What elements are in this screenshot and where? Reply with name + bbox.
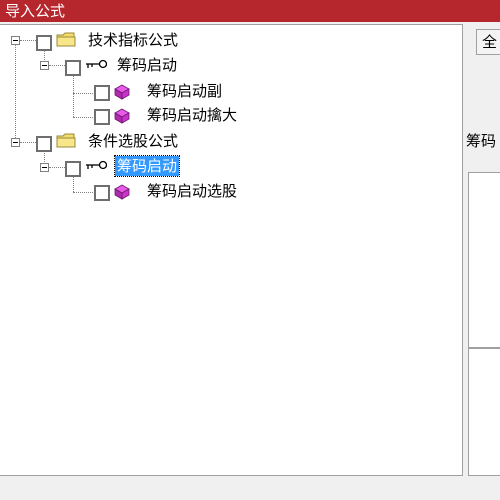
tree-node-label[interactable]: 筹码启动副 — [145, 81, 224, 101]
tree-connector — [49, 167, 65, 168]
expander-technical-formulas[interactable] — [11, 36, 20, 45]
cube-icon — [114, 184, 130, 200]
checkbox-technical-formulas[interactable] — [36, 35, 52, 51]
tree-node-label[interactable]: 技术指标公式 — [86, 30, 180, 50]
tree-connector — [20, 40, 36, 41]
key-icon — [86, 160, 107, 170]
formula-tree[interactable]: 技术指标公式 筹码启动 筹码启动副 筹码启动擒大 条件选股公式 筹码启动 筹码启… — [0, 24, 463, 476]
tree-node-label-selected[interactable]: 筹码启动 — [113, 155, 181, 177]
expander-stock-selection-formulas[interactable] — [11, 138, 20, 147]
checkbox-chip-start-sub[interactable] — [94, 85, 110, 101]
tree-connector — [73, 192, 93, 193]
tree-connector — [49, 65, 65, 66]
tree-connector — [73, 117, 93, 118]
tree-connector — [73, 93, 93, 94]
tree-node-label[interactable]: 条件选股公式 — [86, 131, 180, 151]
side-text-area[interactable] — [468, 172, 500, 348]
checkbox-chip-start-selection[interactable] — [94, 185, 110, 201]
key-icon — [86, 59, 107, 69]
checkbox-stock-selection-formulas[interactable] — [36, 136, 52, 152]
tree-node-label[interactable]: 筹码启动选股 — [145, 181, 239, 201]
folder-icon — [56, 133, 76, 148]
side-field-label: 筹码 — [466, 132, 497, 150]
cube-icon — [114, 84, 130, 100]
tree-connector — [73, 175, 74, 192]
side-preview-panel — [468, 348, 500, 476]
tree-connector — [15, 44, 16, 142]
tree-node-label[interactable]: 筹码启动擒大 — [145, 105, 239, 125]
select-all-button[interactable]: 全 — [476, 29, 500, 55]
expander-indicator-chip-start[interactable] — [40, 61, 49, 70]
checkbox-indicator-chip-start[interactable] — [65, 60, 81, 76]
checkbox-selection-chip-start[interactable] — [65, 161, 81, 177]
checkbox-chip-start-capture[interactable] — [94, 109, 110, 125]
tree-node-label[interactable]: 筹码启动 — [115, 55, 179, 75]
tree-connector — [73, 73, 74, 117]
tree-connector — [20, 142, 36, 143]
folder-icon — [56, 32, 76, 47]
cube-icon — [114, 108, 130, 124]
expander-selection-chip-start[interactable] — [40, 163, 49, 172]
window-title: 导入公式 — [0, 0, 500, 22]
